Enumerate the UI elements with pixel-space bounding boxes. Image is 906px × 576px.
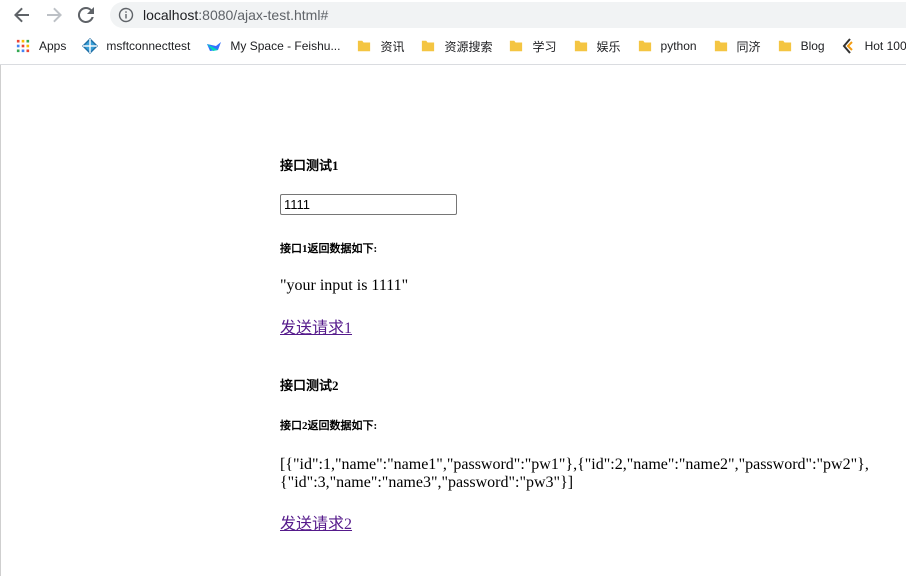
- reload-icon: [77, 6, 94, 23]
- folder-icon: [420, 38, 436, 54]
- bookmark-folder-study[interactable]: 学习: [508, 32, 562, 60]
- url-host: localhost: [143, 7, 199, 23]
- bookmark-label: Apps: [39, 39, 67, 53]
- test2-response-heading: 接口2返回数据如下:: [280, 420, 378, 432]
- reload-button[interactable]: [71, 0, 101, 30]
- bookmark-feishu[interactable]: My Space - Feishu...: [206, 32, 346, 60]
- send-request-1-link[interactable]: 发送请求1: [280, 314, 352, 338]
- bookmark-hot-100[interactable]: Hot 100: [841, 32, 906, 60]
- folder-icon: [573, 38, 589, 54]
- arrow-left-icon: [14, 7, 29, 23]
- feishu-icon: [206, 38, 222, 54]
- back-button[interactable]: [7, 0, 37, 30]
- bookmark-folder-python[interactable]: python: [637, 32, 703, 60]
- bookmark-folder-tongji[interactable]: 同济: [713, 32, 767, 60]
- test1-response: "your input is 1111": [280, 277, 409, 294]
- chrome-divider: [0, 64, 906, 65]
- bookmark-apps[interactable]: Apps: [15, 32, 72, 60]
- forward-button[interactable]: [39, 0, 69, 30]
- globe-icon: [82, 38, 99, 54]
- folder-icon: [356, 38, 372, 54]
- folder-icon: [777, 38, 793, 54]
- browser-toolbar: localhost:8080/ajax-test.html#: [0, 0, 906, 30]
- bookmark-label: 同济: [736, 39, 761, 54]
- test2-response: [{"id":1,"name":"name1","password":"pw1"…: [280, 456, 869, 491]
- bookmark-folder-entertainment[interactable]: 娱乐: [573, 32, 627, 60]
- bookmark-folder-blog[interactable]: Blog: [777, 32, 831, 60]
- bookmark-label: 资源搜索: [444, 39, 493, 54]
- url-path: :8080/ajax-test.html#: [198, 7, 329, 23]
- hot-icon: [841, 38, 857, 54]
- test2-heading: 接口测试2: [280, 378, 339, 393]
- bookmark-label: Blog: [800, 39, 825, 53]
- apps-grid-icon: [15, 38, 31, 54]
- bookmark-label: 娱乐: [596, 39, 621, 54]
- arrow-right-icon: [47, 7, 62, 23]
- bookmark-folder-resource-search[interactable]: 资源搜索: [420, 32, 498, 60]
- bookmark-folder-news[interactable]: 资讯: [356, 32, 410, 60]
- bookmark-msftconnecttest[interactable]: msftconnecttest: [82, 32, 196, 60]
- test1-heading: 接口测试1: [280, 158, 339, 173]
- bookmark-label: 学习: [532, 39, 557, 54]
- bookmark-label: My Space - Feishu...: [230, 39, 341, 53]
- folder-icon: [637, 38, 653, 54]
- test1-response-heading: 接口1返回数据如下:: [280, 243, 378, 255]
- test1-input[interactable]: [280, 194, 457, 215]
- bookmark-label: 资讯: [380, 39, 405, 54]
- bookmark-label: Hot 100: [864, 39, 906, 53]
- address-bar[interactable]: localhost:8080/ajax-test.html#: [110, 2, 906, 28]
- folder-icon: [713, 38, 729, 54]
- window-edge: [0, 65, 1, 576]
- bookmark-label: python: [660, 39, 697, 53]
- send-request-2-link[interactable]: 发送请求2: [280, 510, 352, 534]
- bookmark-label: msftconnecttest: [106, 39, 191, 53]
- bookmarks-bar: Apps msftconnecttest My Space - Feishu..…: [0, 31, 906, 61]
- info-icon[interactable]: [118, 7, 134, 23]
- folder-icon: [508, 38, 524, 54]
